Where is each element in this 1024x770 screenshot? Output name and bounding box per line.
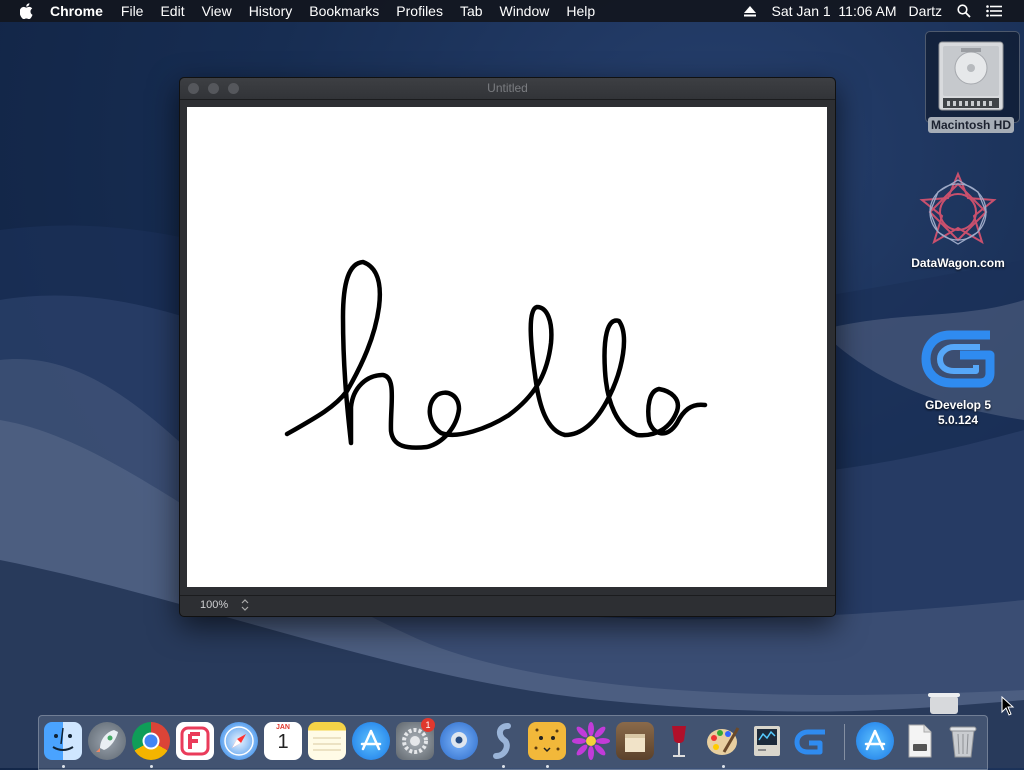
dock-screen-sharing[interactable]	[440, 722, 478, 760]
zoom-level: 100%	[200, 599, 229, 611]
dock-flower[interactable]	[572, 722, 610, 760]
menu-profiles[interactable]: Profiles	[396, 3, 443, 19]
chrome-icon	[142, 732, 160, 750]
eject-icon[interactable]	[742, 3, 758, 19]
script-icon	[493, 723, 511, 759]
window-title: Untitled	[487, 81, 528, 95]
desktop-icon-label-line1: GDevelop 5	[924, 398, 992, 412]
dock-launchpad[interactable]	[88, 722, 126, 760]
dock-notes[interactable]	[308, 722, 346, 760]
flower-icon	[572, 722, 610, 760]
document-icon	[908, 724, 932, 758]
gdevelop-icon	[903, 316, 1013, 398]
datawagon-icon	[903, 168, 1013, 256]
dock-gdevelop[interactable]	[792, 722, 830, 760]
menu-edit[interactable]: Edit	[160, 3, 184, 19]
dock-app-store-folder[interactable]	[856, 722, 894, 760]
notification-center-icon[interactable]	[986, 3, 1002, 19]
calendar-month: JAN	[275, 724, 290, 731]
dock-wine[interactable]	[660, 722, 698, 760]
dock-paintbrush[interactable]	[704, 722, 742, 760]
menu-bar: Chrome File Edit View History Bookmarks …	[0, 0, 1024, 22]
app-menu-chrome[interactable]: Chrome	[50, 3, 103, 19]
menu-view[interactable]: View	[202, 3, 232, 19]
menu-bookmarks[interactable]: Bookmarks	[309, 3, 379, 19]
calendar-day: 1	[277, 731, 289, 753]
cheetah-icon	[534, 728, 560, 753]
binoculars-icon	[451, 732, 467, 748]
notification-badge: 1	[421, 718, 435, 732]
trash-icon	[949, 726, 977, 758]
compass-icon	[224, 726, 254, 756]
dock-trash[interactable]	[944, 722, 982, 760]
badge-count: 1	[425, 720, 431, 730]
drawing-canvas[interactable]	[187, 107, 827, 587]
dock-flashcards[interactable]	[176, 722, 214, 760]
menu-window[interactable]: Window	[500, 3, 550, 19]
window-statusbar: 100%	[180, 595, 835, 616]
app-store-icon	[360, 729, 382, 751]
dock-bookmarks-app[interactable]	[616, 722, 654, 760]
dock-cheetah[interactable]	[528, 722, 566, 760]
desktop-icon-label: Macintosh HD	[927, 117, 1014, 133]
menubar-clock[interactable]: Sat Jan 1 11:06 AM	[772, 3, 897, 19]
spotlight-search-icon[interactable]	[956, 3, 972, 19]
menu-file[interactable]: File	[121, 3, 144, 19]
menubar-user[interactable]: Dartz	[909, 3, 942, 19]
menu-tab[interactable]: Tab	[460, 3, 483, 19]
dock-script-editor[interactable]	[484, 722, 522, 760]
desktop-icon-datawagon[interactable]: DataWagon.com	[903, 168, 1013, 271]
zoom-stepper-icon[interactable]	[240, 598, 250, 612]
menu-history[interactable]: History	[249, 3, 293, 19]
drawing-window: Untitled 100%	[179, 77, 836, 617]
dock-calendar[interactable]: JAN 1	[264, 722, 302, 760]
dock-app-store[interactable]	[352, 722, 390, 760]
gdevelop-dock-icon	[794, 729, 825, 755]
dock-document[interactable]	[900, 722, 938, 760]
dock-google-chrome[interactable]	[132, 722, 170, 760]
menu-help[interactable]: Help	[566, 3, 595, 19]
dock-finder[interactable]	[44, 722, 82, 760]
notes-icon	[313, 737, 341, 751]
apple-menu-icon[interactable]	[20, 3, 36, 19]
dock-safari[interactable]	[220, 722, 258, 760]
window-titlebar[interactable]: Untitled	[180, 78, 835, 100]
handwritten-hello-stroke	[284, 259, 708, 450]
desktop-icon-macintosh-hd[interactable]: Macintosh HD	[916, 34, 1024, 133]
dock-separator	[844, 724, 845, 760]
mouse-cursor-icon	[1001, 695, 1015, 721]
app-store-icon	[864, 729, 886, 751]
desktop-icon-label: DataWagon.com	[911, 256, 1005, 270]
finder-icon	[52, 727, 74, 751]
palette-icon	[707, 727, 740, 755]
dock: JAN 1 1	[38, 715, 988, 770]
box-icon	[625, 734, 645, 752]
wine-glass-icon	[672, 726, 686, 757]
rocket-icon	[96, 730, 118, 752]
desktop-icon-label-line2: 5.0.124	[937, 413, 979, 427]
classic-mac-icon	[754, 726, 780, 756]
flashcards-icon	[180, 726, 210, 756]
hard-drive-icon	[916, 34, 1024, 118]
dock-activity-monitor[interactable]	[748, 722, 786, 760]
desktop-icon-gdevelop[interactable]: GDevelop 5 5.0.124	[903, 316, 1013, 428]
